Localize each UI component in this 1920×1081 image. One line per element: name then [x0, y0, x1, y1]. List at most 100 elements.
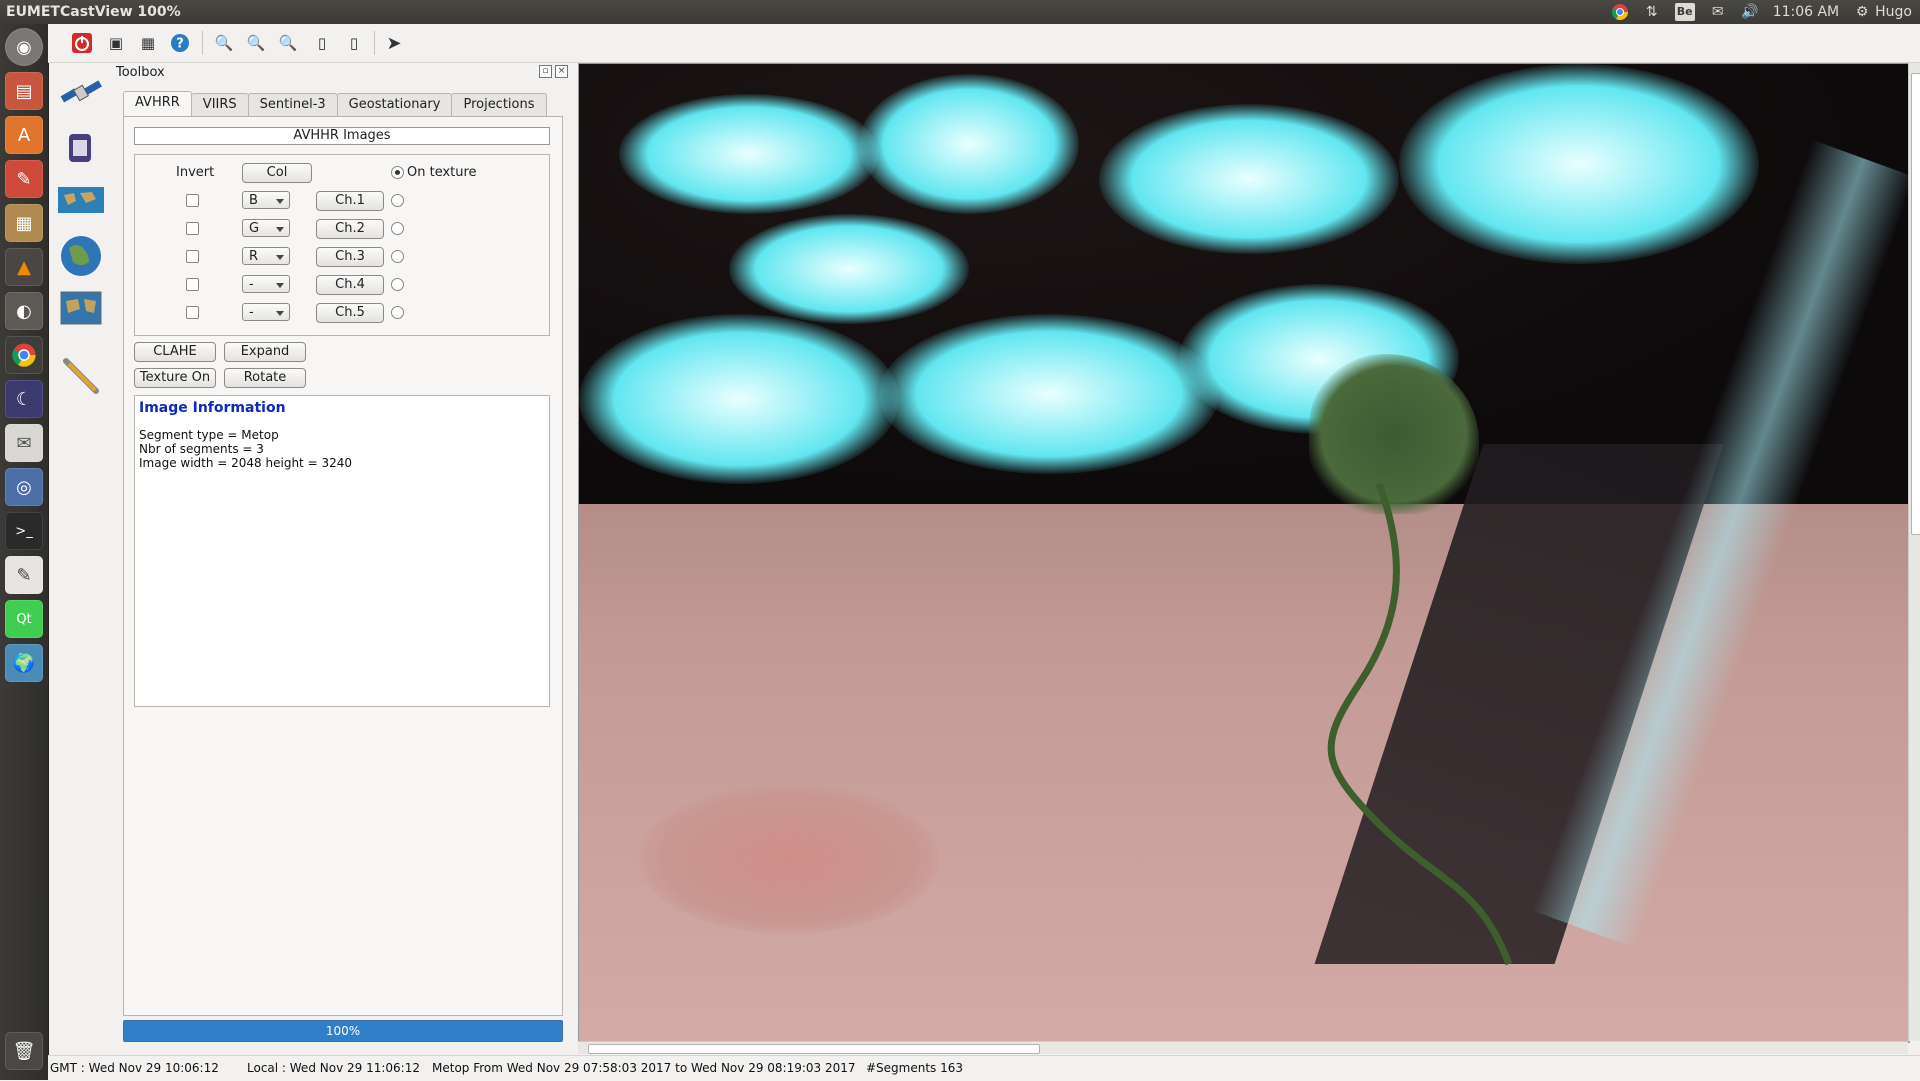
ch5-button[interactable]: Ch.5: [316, 303, 384, 323]
invert-checkbox-2[interactable]: [186, 222, 199, 235]
invert-label: Invert: [176, 165, 215, 180]
world-map-icon[interactable]: [58, 177, 104, 223]
ch4-button[interactable]: Ch.4: [316, 275, 384, 295]
scroll-thumb[interactable]: [588, 1044, 1040, 1054]
screenshot-icon[interactable]: ▣: [104, 31, 128, 55]
settings-icon[interactable]: ✎: [5, 160, 43, 198]
on-texture-label: On texture: [407, 165, 477, 180]
qt-creator-icon[interactable]: Qt: [5, 600, 43, 638]
archive-manager-icon[interactable]: ▦: [5, 204, 43, 242]
ch5-radio[interactable]: [391, 306, 404, 319]
toolbox-tabs: AVHRR VIIRS Sentinel-3 Geostationary Pro…: [123, 91, 547, 117]
zoom-in-icon[interactable]: 🔍: [244, 31, 268, 55]
browser-icon[interactable]: ◎: [5, 468, 43, 506]
keyboard-layout-indicator[interactable]: Be: [1674, 3, 1695, 21]
status-gmt: GMT : Wed Nov 29 10:06:12: [50, 1061, 219, 1075]
float-icon[interactable]: ▫: [539, 65, 552, 78]
mail-launcher-icon[interactable]: ✉: [5, 424, 43, 462]
invert-checkbox-5[interactable]: [186, 306, 199, 319]
ch4-radio[interactable]: [391, 278, 404, 291]
invert-checkbox-4[interactable]: [186, 278, 199, 291]
software-center-icon[interactable]: A: [5, 116, 43, 154]
geo-satellite-icon[interactable]: [58, 125, 104, 171]
vlc-icon[interactable]: ▲: [5, 248, 43, 286]
invert-checkbox-3[interactable]: [186, 250, 199, 263]
color-select-4[interactable]: -: [242, 275, 290, 293]
chevron-down-icon: [276, 255, 284, 260]
col-button[interactable]: Col: [242, 163, 312, 183]
invert-checkbox-1[interactable]: [186, 194, 199, 207]
top-panel: EUMETCastView 100% ⇅ Be ✉ 🔊 11:06 AM ⚙ H…: [0, 0, 1920, 24]
status-local: Local : Wed Nov 29 11:06:12: [247, 1061, 420, 1075]
color-select-5[interactable]: -: [242, 303, 290, 321]
horizontal-scrollbar[interactable]: [578, 1041, 1908, 1054]
color-select-3-value: R: [249, 249, 259, 264]
zoom-out-icon[interactable]: 🔍: [212, 31, 236, 55]
gimp-icon[interactable]: ◐: [5, 292, 43, 330]
expand-button[interactable]: Expand: [224, 342, 306, 362]
tools-icon[interactable]: [58, 353, 104, 399]
volume-icon[interactable]: 🔊: [1741, 3, 1759, 21]
clock[interactable]: 11:06 AM: [1773, 0, 1839, 24]
dash-home-icon[interactable]: ◉: [5, 28, 43, 66]
zoom-fit-icon[interactable]: 🔍: [276, 31, 300, 55]
mail-icon[interactable]: ✉: [1709, 3, 1727, 21]
status-bar: GMT : Wed Nov 29 10:06:12 Local : Wed No…: [48, 1055, 1920, 1081]
ch3-radio[interactable]: [391, 250, 404, 263]
terminal-icon[interactable]: >_: [5, 512, 43, 550]
user-name[interactable]: Hugo: [1875, 0, 1912, 24]
ch1-radio[interactable]: [391, 194, 404, 207]
chrome-launcher-icon[interactable]: [5, 336, 43, 374]
launcher: ◉ ▤ A ✎ ▦ ▲ ◐ ☾ ✉ ◎ >_ ✎ Qt 🌍 🗑: [0, 24, 49, 1080]
quit-icon[interactable]: [70, 31, 94, 55]
tab-projections[interactable]: Projections: [451, 93, 547, 116]
ch1-button[interactable]: Ch.1: [316, 191, 384, 211]
files-icon[interactable]: ▤: [5, 72, 43, 110]
info-nbr-segments: Nbr of segments = 3: [139, 442, 264, 456]
texture-on-button[interactable]: Texture On: [134, 368, 216, 388]
group-title: AVHHR Images: [134, 127, 550, 145]
gear-icon[interactable]: ⚙: [1853, 3, 1871, 21]
chevron-down-icon: [276, 283, 284, 288]
tab-avhrr[interactable]: AVHRR: [123, 91, 192, 116]
overlay-2-icon[interactable]: ▯: [342, 31, 366, 55]
globe-icon[interactable]: [58, 233, 104, 279]
on-texture-radio[interactable]: [391, 166, 404, 179]
color-select-2[interactable]: G: [242, 219, 290, 237]
toolbox-dock: Toolbox ▫ × AVHRR VIIRS Sentinel-3 Geost…: [110, 63, 574, 1048]
snapshot-icon[interactable]: ▦: [136, 31, 160, 55]
trash-icon[interactable]: 🗑: [5, 1032, 43, 1070]
color-select-1[interactable]: B: [242, 191, 290, 209]
status-segments: #Segments 163: [866, 1061, 964, 1075]
ch3-button[interactable]: Ch.3: [316, 247, 384, 267]
chevron-down-icon: [276, 199, 284, 204]
chrome-icon[interactable]: [1611, 3, 1629, 21]
progress-text: 100%: [325, 1024, 361, 1038]
eumetcastview-icon[interactable]: 🌍: [5, 644, 43, 682]
tab-sentinel-3[interactable]: Sentinel-3: [247, 93, 338, 116]
rotate-button[interactable]: Rotate: [224, 368, 306, 388]
projection-icon[interactable]: [58, 285, 104, 331]
stellarium-icon[interactable]: ☾: [5, 380, 43, 418]
close-icon[interactable]: ×: [555, 65, 568, 78]
vertical-scrollbar[interactable]: [1908, 63, 1920, 1041]
overlay-icon[interactable]: ▯: [310, 31, 334, 55]
help-icon[interactable]: ?: [168, 31, 192, 55]
tab-geostationary[interactable]: Geostationary: [336, 93, 453, 116]
toolbox-title: Toolbox: [116, 65, 165, 80]
window-title: EUMETCastView 100%: [6, 4, 181, 20]
avhrr-panel: AVHHR Images Invert Col On texture B Ch.…: [123, 116, 563, 1016]
satellite-image-view[interactable]: [578, 63, 1910, 1043]
clahe-button[interactable]: CLAHE: [134, 342, 216, 362]
channel-selector: Invert Col On texture B Ch.1 G Ch.2 R Ch…: [134, 154, 550, 336]
color-select-1-value: B: [249, 193, 258, 208]
scroll-thumb[interactable]: [1911, 73, 1920, 535]
satellite-icon[interactable]: [58, 73, 104, 119]
ch2-button[interactable]: Ch.2: [316, 219, 384, 239]
ch2-radio[interactable]: [391, 222, 404, 235]
network-icon[interactable]: ⇅: [1643, 3, 1661, 21]
pointer-icon[interactable]: ➤: [382, 31, 406, 55]
color-select-3[interactable]: R: [242, 247, 290, 265]
text-editor-icon[interactable]: ✎: [5, 556, 43, 594]
tab-viirs[interactable]: VIIRS: [190, 93, 249, 116]
